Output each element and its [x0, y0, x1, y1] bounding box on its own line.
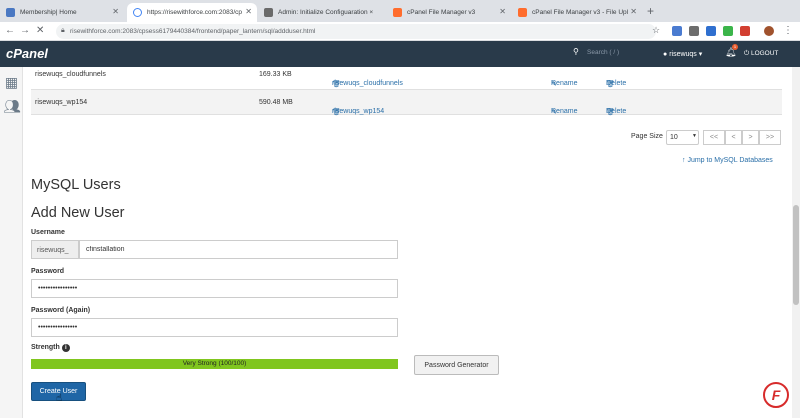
notification-badge: 1 — [732, 44, 738, 50]
db-size: 590.48 MB — [259, 99, 293, 106]
next-page-button[interactable]: > — [742, 130, 759, 145]
url-text: risewithforce.com:2083/cpsess6179440384/… — [70, 28, 316, 35]
browser-tab-admin[interactable]: Admin: Initialize Configuaration × — [258, 3, 386, 22]
close-tab-icon[interactable]: ✕ — [112, 7, 119, 16]
browser-tab-strip: Membership| Home ✕ https://risewithforce… — [0, 0, 800, 22]
bookmark-star-icon[interactable]: ☆ — [652, 25, 660, 36]
strength-text: Very Strong (100/100) — [182, 360, 247, 367]
db-size: 169.33 KB — [259, 71, 292, 78]
extension-icon[interactable] — [706, 26, 716, 36]
user-menu[interactable]: ● risewuqs ▾ — [663, 50, 702, 58]
membership-favicon-icon — [6, 8, 15, 17]
scrollbar-thumb[interactable] — [793, 205, 799, 305]
lock-icon: 🔒︎ — [61, 27, 65, 34]
page-size-value: 10 — [670, 134, 678, 141]
delete-label: Delete — [606, 108, 627, 115]
page-title: MySQL Users — [31, 177, 121, 193]
menu-kebab-icon[interactable]: ⋮ — [783, 25, 793, 36]
db-user-label: risewuqs_cloudfunnels — [332, 80, 403, 87]
close-tab-icon[interactable]: ✕ — [630, 7, 637, 16]
back-icon[interactable]: ← — [5, 25, 15, 36]
browser-tab-membership[interactable]: Membership| Home ✕ — [0, 3, 124, 22]
password-again-input[interactable] — [31, 318, 398, 337]
browser-tab-cpanel-active[interactable]: https://risewithforce.com:2083/cp ✕ — [127, 3, 257, 22]
section-title: Add New User — [31, 205, 125, 221]
chevron-down-icon: ▾ — [698, 51, 703, 58]
tab-label: cPanel File Manager v3 - File Upl — [532, 9, 629, 16]
url-input[interactable]: 🔒︎ risewithforce.com:2083/cpsess61794403… — [56, 24, 656, 39]
users-icon[interactable]: 👥︎ — [3, 99, 21, 113]
hand-cursor-icon: ☝︎ — [56, 393, 63, 404]
extension-icon[interactable] — [740, 26, 750, 36]
close-tab-icon[interactable]: ✕ — [499, 7, 506, 16]
prev-page-button[interactable]: < — [725, 130, 742, 145]
stop-icon[interactable]: ✕ — [36, 25, 44, 36]
password-generator-button[interactable]: Password Generator — [414, 355, 499, 375]
search-input[interactable]: Search ( / ) — [587, 49, 619, 56]
new-tab-icon[interactable]: + — [647, 4, 654, 18]
extension-icon[interactable] — [723, 26, 733, 36]
cpanel-favicon-icon — [393, 8, 402, 17]
user-name: risewuqs — [669, 51, 697, 58]
page-size-label: Page Size — [631, 133, 663, 140]
last-page-button[interactable]: >> — [759, 130, 781, 145]
logout-icon: ⏻ — [744, 50, 751, 57]
forward-icon[interactable]: → — [20, 25, 30, 36]
tab-label: Admin: Initialize Configuaration × — [278, 9, 374, 16]
username-input[interactable] — [79, 240, 398, 259]
extension-icon[interactable] — [689, 26, 699, 36]
info-icon[interactable]: i — [61, 344, 70, 352]
table-row: risewuqs_wp154 590.48 MB risewuqs_wp154 🗑… — [31, 89, 782, 116]
logout-button[interactable]: ⏻ LOGOUT — [744, 50, 778, 58]
brand-logo-icon: F — [763, 382, 789, 408]
profile-avatar[interactable] — [764, 26, 774, 36]
db-name: risewuqs_cloudfunnels — [35, 71, 106, 78]
username-prefix: risewuqs_ — [31, 240, 79, 259]
strength-label: Strength i — [31, 344, 70, 352]
tab-label: https://risewithforce.com:2083/cp — [147, 9, 243, 16]
table-row: risewuqs_cloudfunnels 169.33 KB risewuqs… — [31, 62, 782, 88]
grid-apps-icon[interactable]: ▦ — [3, 75, 20, 89]
admin-favicon-icon — [264, 8, 273, 17]
first-page-button[interactable]: << — [703, 130, 725, 145]
cpanel-logo[interactable]: cPanel — [6, 46, 48, 61]
trash-icon[interactable]: 🗑︎ — [332, 80, 341, 88]
chevron-down-icon: ▼ — [692, 133, 697, 139]
browser-tab-file-upload[interactable]: cPanel File Manager v3 - File Upl ✕ — [512, 3, 642, 22]
logout-label: LOGOUT — [750, 50, 779, 57]
cpanel-favicon-icon — [518, 8, 527, 17]
trash-icon[interactable]: 🗑︎ — [332, 108, 341, 116]
close-tab-icon[interactable]: ✕ — [245, 7, 252, 16]
rename-label: Rename — [551, 108, 578, 115]
jump-link-label: Jump to MySQL Databases — [687, 157, 773, 164]
username-label: Username — [31, 229, 65, 236]
browser-tab-file-manager[interactable]: cPanel File Manager v3 ✕ — [387, 3, 511, 22]
rename-label: Rename — [551, 80, 578, 87]
password-label: Password — [31, 268, 65, 275]
delete-label: Delete — [606, 80, 627, 87]
search-icon[interactable]: ⚲ — [573, 47, 579, 56]
extension-icon[interactable] — [672, 26, 682, 36]
tab-label: cPanel File Manager v3 — [407, 9, 476, 16]
left-sidebar: ▦ 👥︎ — [0, 67, 23, 418]
password-again-label: Password (Again) — [31, 307, 91, 314]
jump-to-databases-link[interactable]: ↑ Jump to MySQL Databases — [682, 157, 773, 164]
loading-icon — [133, 8, 142, 17]
password-input[interactable] — [31, 279, 398, 298]
db-name: risewuqs_wp154 — [35, 99, 88, 106]
strength-label-text: Strength — [31, 344, 60, 351]
address-bar-row: ← → ✕ 🔒︎ risewithforce.com:2083/cpsess61… — [0, 22, 800, 41]
tab-label: Membership| Home — [20, 9, 77, 16]
